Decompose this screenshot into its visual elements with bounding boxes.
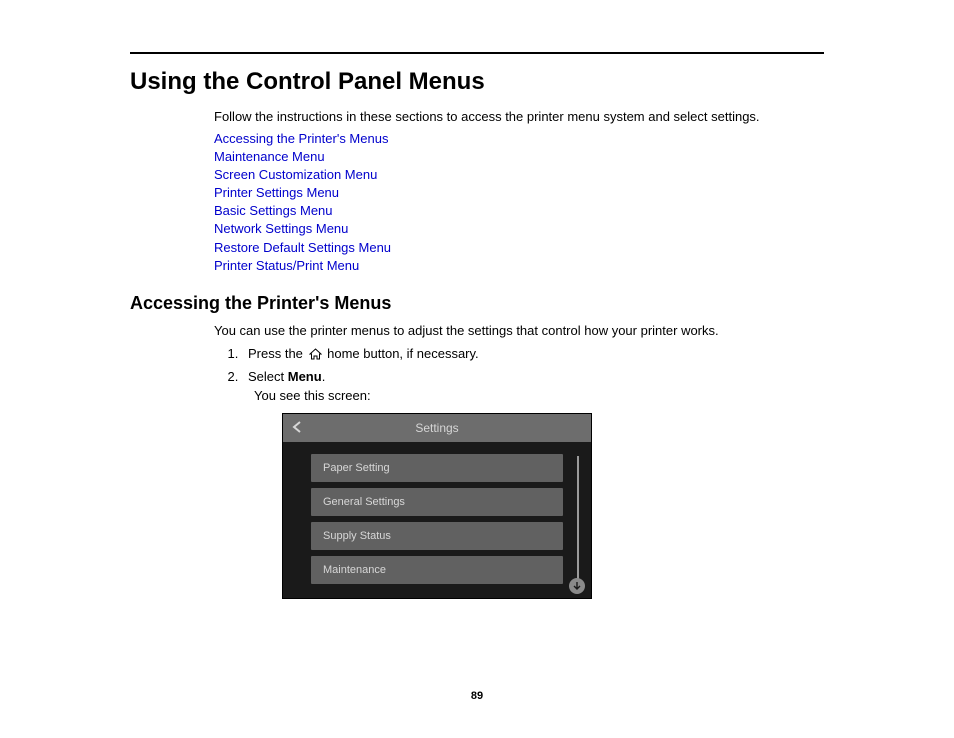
step1-text-b: home button, if necessary. — [324, 346, 479, 361]
step-1: Press the home button, if necessary. — [242, 346, 824, 363]
scrollbar-track[interactable] — [577, 456, 579, 588]
link-restore-default-settings-menu[interactable]: Restore Default Settings Menu — [214, 239, 824, 257]
scroll-down-icon[interactable] — [569, 578, 585, 594]
link-basic-settings-menu[interactable]: Basic Settings Menu — [214, 202, 824, 220]
section2-intro: You can use the printer menus to adjust … — [214, 322, 824, 340]
link-printer-settings-menu[interactable]: Printer Settings Menu — [214, 184, 824, 202]
page-number: 89 — [0, 690, 954, 702]
link-maintenance-menu[interactable]: Maintenance Menu — [214, 148, 824, 166]
menu-item-supply-status[interactable]: Supply Status — [311, 522, 563, 550]
menu-item-paper-setting[interactable]: Paper Setting — [311, 454, 563, 482]
menu-item-general-settings[interactable]: General Settings — [311, 488, 563, 516]
step1-text-a: Press the — [248, 346, 307, 361]
home-icon — [309, 348, 322, 363]
page-heading: Using the Control Panel Menus — [130, 68, 824, 96]
topic-links: Accessing the Printer's Menus Maintenanc… — [214, 130, 824, 276]
top-rule — [130, 52, 824, 54]
device-title: Settings — [283, 421, 591, 435]
step2-text-c: . — [322, 369, 326, 384]
step-2: Select Menu. You see this screen: Settin… — [242, 369, 824, 599]
intro-text: Follow the instructions in these section… — [214, 108, 824, 126]
link-accessing-menus[interactable]: Accessing the Printer's Menus — [214, 130, 824, 148]
device-body: Paper Setting General Settings Supply St… — [283, 442, 591, 598]
link-printer-status-print-menu[interactable]: Printer Status/Print Menu — [214, 257, 824, 275]
link-screen-customization-menu[interactable]: Screen Customization Menu — [214, 166, 824, 184]
step2-note: You see this screen: — [254, 388, 824, 403]
menu-item-maintenance[interactable]: Maintenance — [311, 556, 563, 584]
device-header: Settings — [283, 414, 591, 442]
link-network-settings-menu[interactable]: Network Settings Menu — [214, 220, 824, 238]
device-screenshot: Settings Paper Setting General Settings … — [282, 413, 592, 599]
steps-list: Press the home button, if necessary. Sel… — [214, 346, 824, 599]
step2-text-a: Select — [248, 369, 288, 384]
section-heading-accessing: Accessing the Printer's Menus — [130, 293, 824, 314]
step2-bold: Menu — [288, 369, 322, 384]
